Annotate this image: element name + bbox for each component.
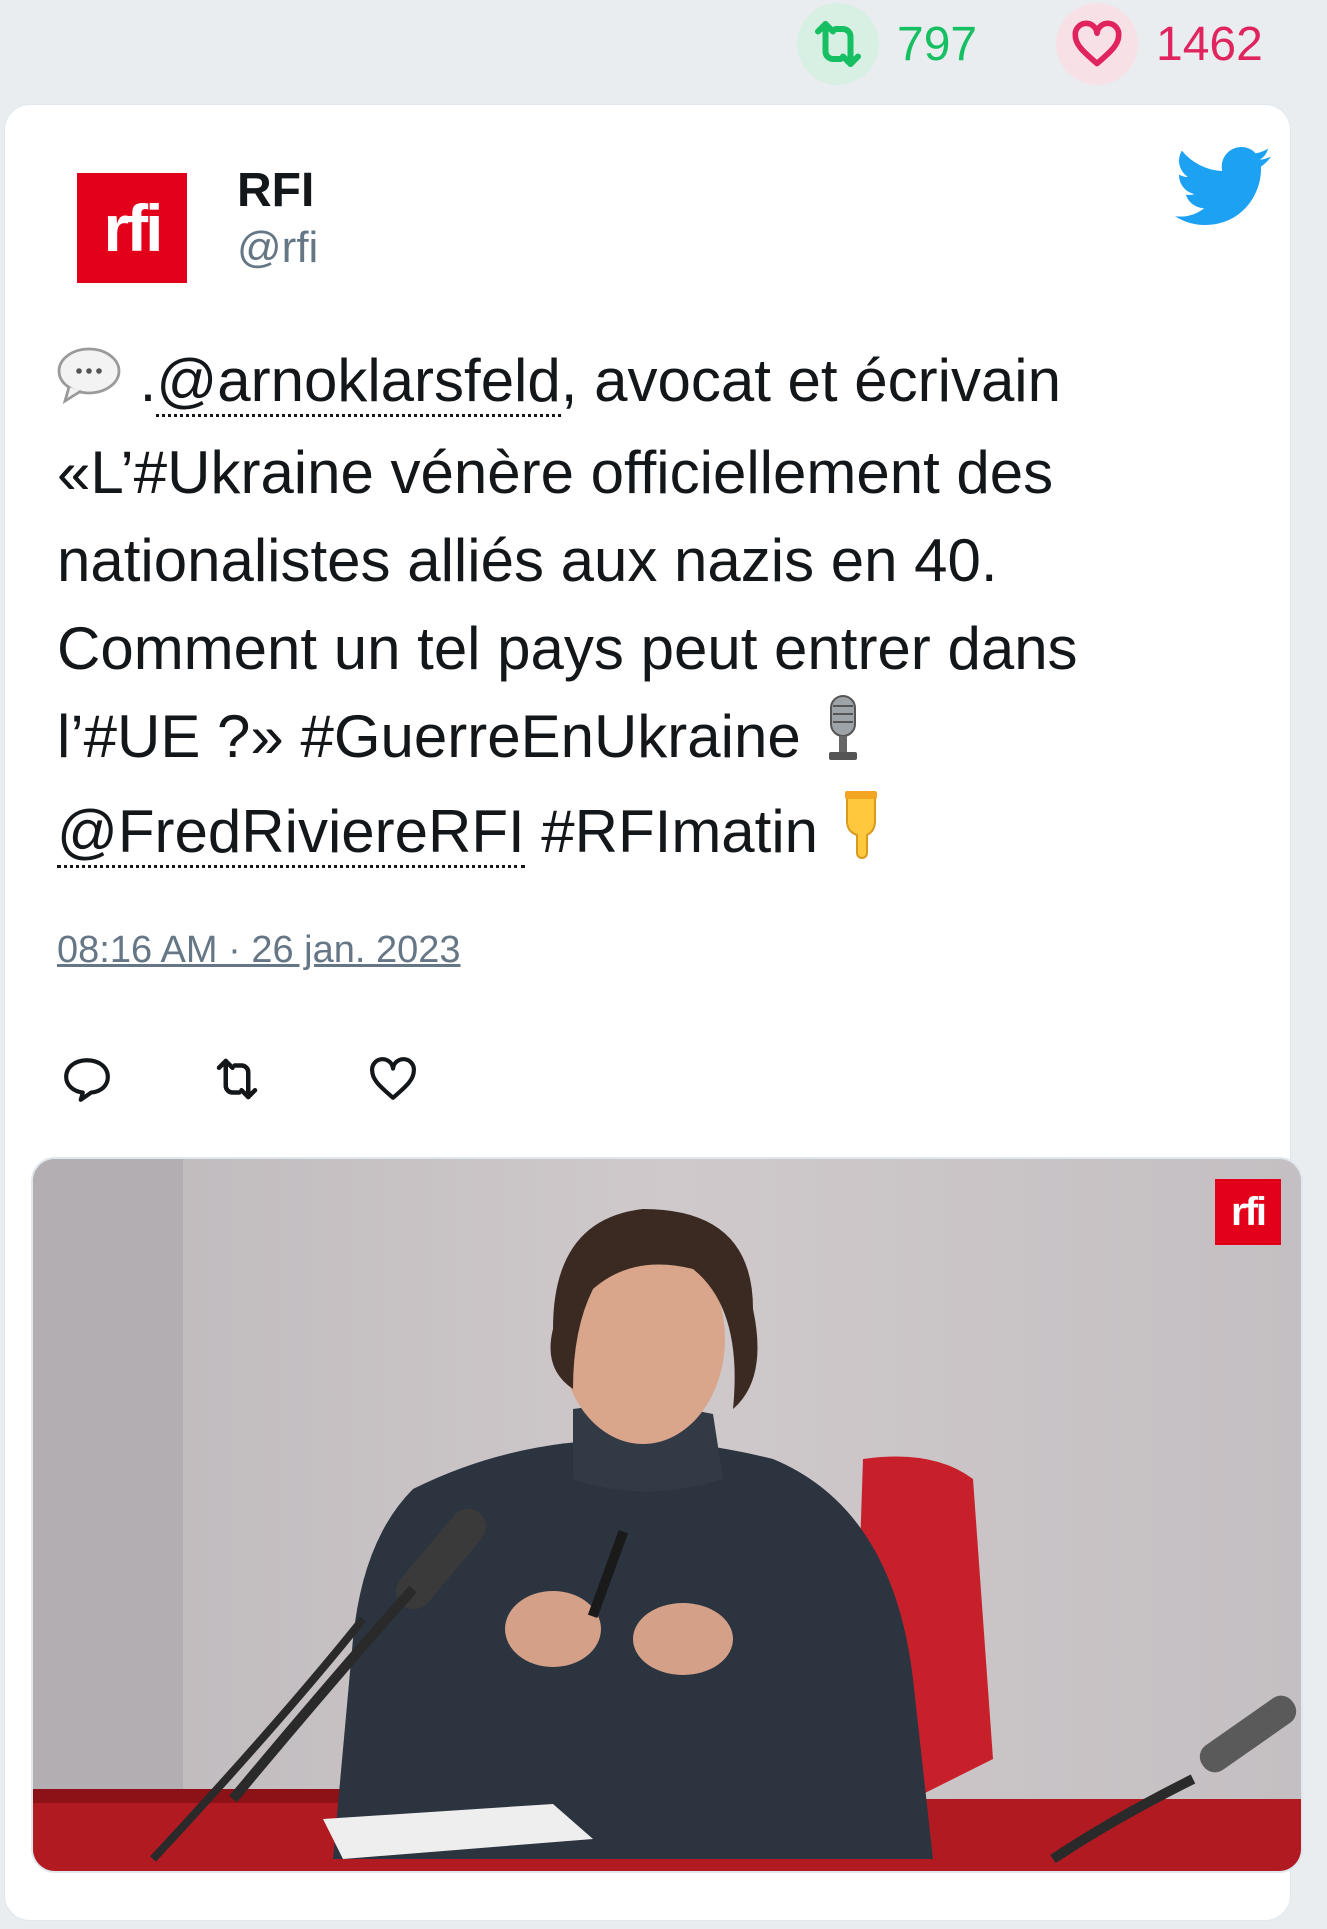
twitter-bird-icon[interactable] xyxy=(1175,145,1271,229)
rfi-logo: rfi xyxy=(77,173,187,283)
mention-link[interactable]: @FredRiviereRFI xyxy=(57,798,525,869)
like-count: 1462 xyxy=(1156,17,1263,71)
retweet-icon[interactable] xyxy=(797,3,879,85)
text-line: Comment un tel pays peut entrer dans xyxy=(57,615,1078,683)
studio-scene-image xyxy=(33,1159,1301,1871)
tweet-timestamp[interactable]: 08:16 AM · 26 jan. 2023 xyxy=(57,929,461,972)
like-stat[interactable]: 1462 xyxy=(1056,3,1263,85)
text-line: l’#UE ?» #GuerreEnUkraine xyxy=(57,703,818,771)
engagement-stats: 797 1462 xyxy=(0,0,1327,100)
microphone-icon xyxy=(817,694,869,788)
speech-balloon-icon xyxy=(57,341,123,429)
tweet-actions xyxy=(57,1049,457,1109)
text-line: «L’#Ukraine vénère officiellement des xyxy=(57,439,1054,507)
text-prefix: . xyxy=(123,347,157,414)
avatar[interactable]: rfi xyxy=(67,163,197,293)
author-name[interactable]: RFI xyxy=(237,163,314,218)
text-line: nationalistes alliés aux nazis en 40. xyxy=(57,527,998,595)
text-line: , avocat et écrivain xyxy=(560,347,1062,414)
rfi-watermark-logo: rfi xyxy=(1215,1179,1281,1245)
pointing-down-icon xyxy=(835,789,891,883)
like-action-icon[interactable] xyxy=(363,1049,423,1109)
mention-link[interactable]: @arnoklarsfeld xyxy=(156,347,561,417)
retweet-count: 797 xyxy=(897,17,978,71)
tweet-text: .@arnoklarsfeld, avocat et écrivain «L’#… xyxy=(57,337,1257,883)
tweet-card[interactable]: rfi RFI @rfi .@arnoklarsfeld, avocat et … xyxy=(4,104,1303,1921)
heart-icon[interactable] xyxy=(1056,3,1138,85)
retweet-stat[interactable]: 797 xyxy=(797,3,978,85)
retweet-action-icon[interactable] xyxy=(207,1049,267,1109)
tweet-video-thumbnail[interactable]: rfi xyxy=(31,1157,1303,1873)
text-line: #RFImatin xyxy=(524,798,835,866)
author-handle[interactable]: @rfi xyxy=(237,223,318,273)
reply-icon[interactable] xyxy=(57,1049,117,1109)
